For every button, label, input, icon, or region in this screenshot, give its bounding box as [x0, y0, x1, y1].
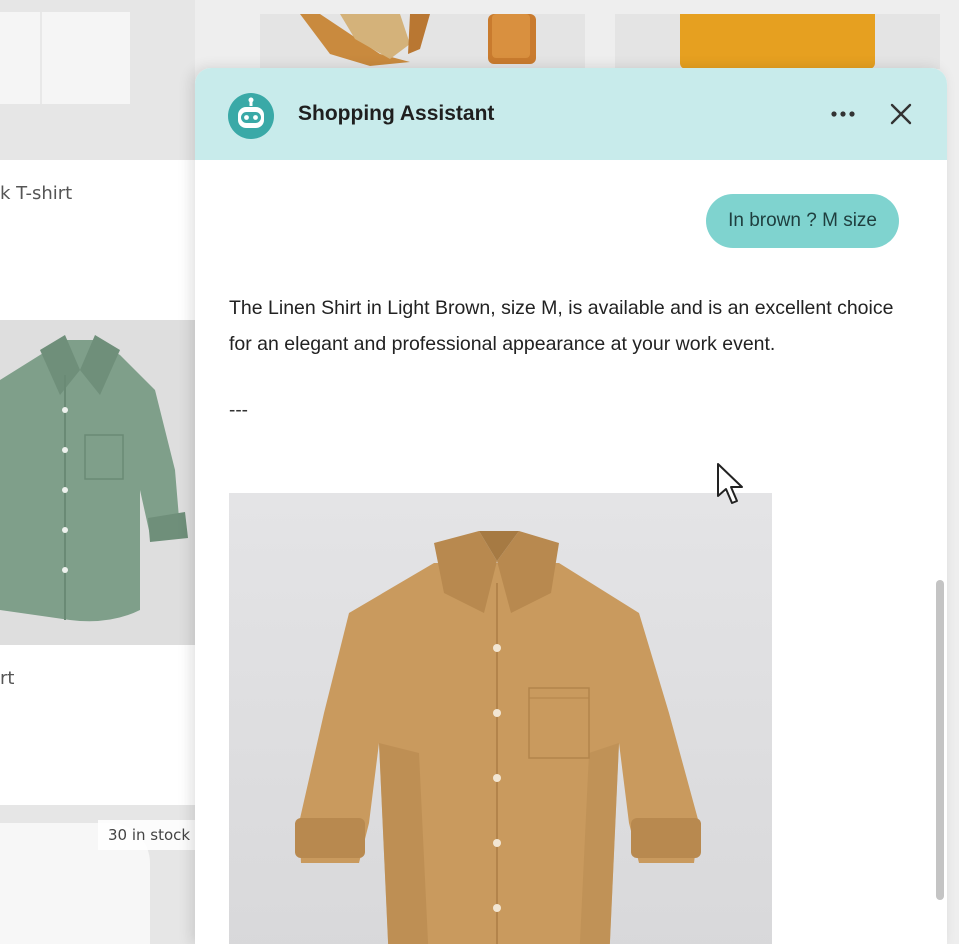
product-name-shirt[interactable]: rt — [0, 668, 14, 689]
message-separator: --- — [229, 400, 248, 421]
more-horizontal-icon — [831, 111, 855, 117]
product-image-sandals — [300, 14, 536, 66]
robot-icon — [228, 93, 274, 139]
user-message-bubble: In brown ? M size — [706, 194, 899, 248]
chat-messages[interactable]: In brown ? M size The Linen Shirt in Lig… — [195, 160, 947, 944]
stock-badge: 30 in stock — [98, 820, 204, 850]
product-tile-white-shirt[interactable] — [0, 0, 195, 160]
product-tile-yellow-top[interactable] — [615, 14, 940, 69]
chat-scrollbar[interactable] — [935, 260, 947, 944]
chat-header: Shopping Assistant — [195, 68, 947, 160]
close-icon — [890, 103, 912, 125]
assistant-message: The Linen Shirt in Light Brown, size M, … — [229, 297, 894, 355]
brown-shirt-illustration — [295, 531, 701, 944]
shopping-assistant-panel: Shopping Assistant In brown ? M size The… — [195, 68, 947, 944]
more-options-button[interactable] — [825, 98, 861, 130]
product-image-yellow-top — [680, 14, 875, 69]
product-tile-green-shirt[interactable] — [0, 320, 200, 645]
product-image-linen-shirt[interactable] — [229, 493, 772, 944]
product-name-tshirt[interactable]: k T-shirt — [0, 183, 72, 204]
product-tile-sandals[interactable] — [260, 14, 585, 69]
mouse-cursor-icon — [717, 463, 743, 504]
product-image-white-shirt — [0, 12, 130, 104]
product-card-info-2 — [0, 645, 200, 805]
chat-scrollbar-thumb[interactable] — [936, 580, 944, 900]
chat-title: Shopping Assistant — [298, 102, 495, 125]
close-chat-button[interactable] — [883, 96, 919, 132]
product-image-green-shirt — [0, 335, 188, 622]
